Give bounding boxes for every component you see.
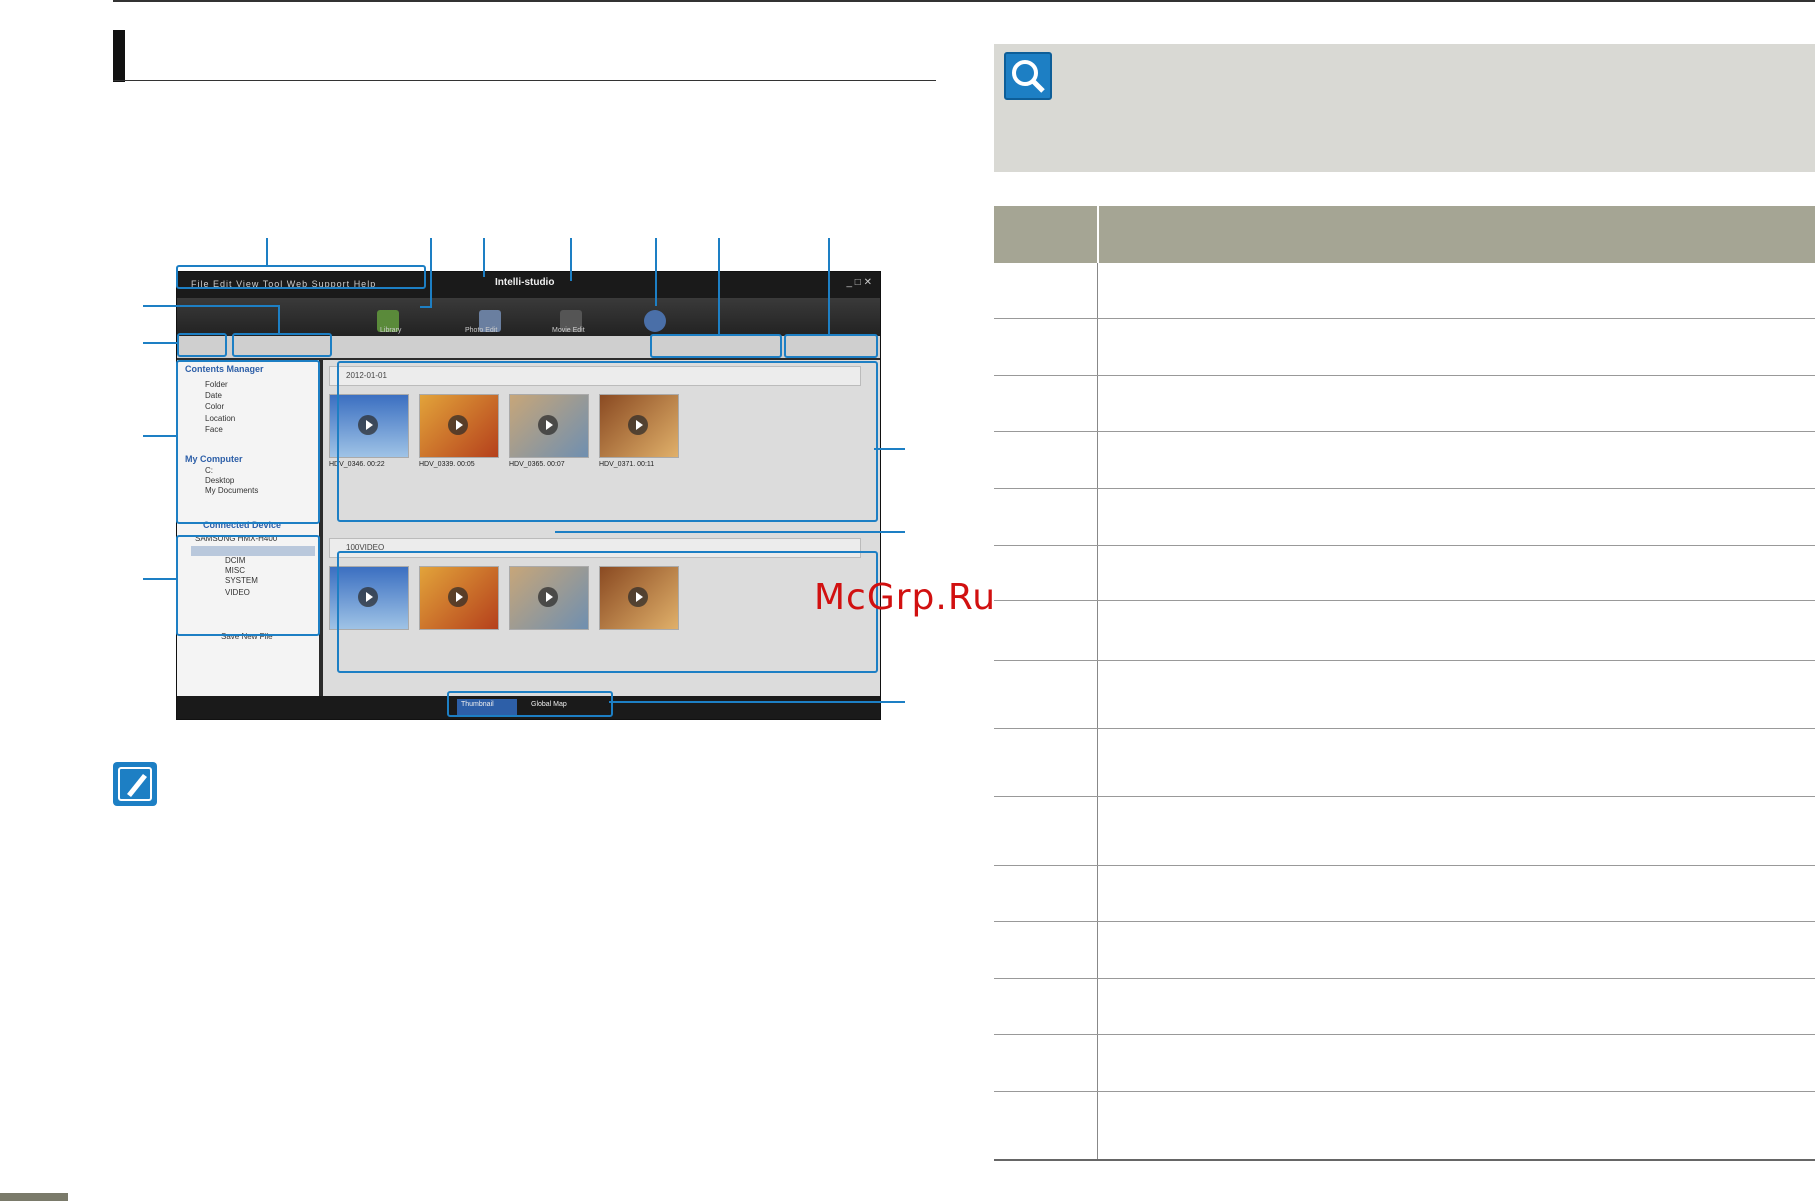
note-icon — [113, 762, 157, 806]
leader-line — [609, 701, 905, 703]
table-row-line — [994, 728, 1815, 729]
callout-contents-tree — [176, 360, 320, 524]
table-row-line — [994, 375, 1815, 376]
section-heading-underline — [113, 80, 936, 81]
callout-contents-area-2 — [337, 551, 878, 673]
leader-line — [718, 238, 720, 334]
leader-line — [143, 435, 177, 437]
photo-edit-label: Photo Edit — [465, 327, 498, 334]
leader-line — [828, 238, 830, 334]
table-row-line — [994, 545, 1815, 546]
callout-zoom-slider — [650, 334, 782, 358]
leader-line — [430, 238, 432, 308]
leader-line — [143, 578, 177, 580]
table-row-line — [994, 865, 1815, 866]
callout-contents-area-1 — [337, 361, 878, 522]
leader-line — [420, 306, 432, 308]
watermark: McGrp.Ru — [814, 577, 997, 618]
callout-display-mode — [784, 334, 878, 358]
leader-line — [143, 342, 177, 344]
library-label: Library — [380, 327, 402, 334]
table-header-divider — [1097, 206, 1099, 263]
table-row-line — [994, 1034, 1815, 1035]
table-row-line — [994, 431, 1815, 432]
callout-nav-buttons — [177, 333, 227, 357]
callout-bottom-tabs — [447, 691, 613, 717]
leader-line — [266, 238, 268, 265]
leader-line — [570, 238, 572, 281]
table-column-divider — [1097, 263, 1098, 1160]
leader-line — [278, 305, 280, 333]
table-row-line — [994, 796, 1815, 797]
window-controls: _ □ ✕ — [846, 277, 872, 288]
top-rule — [113, 0, 1815, 2]
globe-icon — [644, 310, 666, 332]
table-row-line — [994, 318, 1815, 319]
leader-line — [655, 238, 657, 306]
leader-line — [483, 238, 485, 277]
info-box — [994, 44, 1815, 172]
table-row-line — [994, 488, 1815, 489]
table-row-line — [994, 921, 1815, 922]
table-row-line — [994, 1091, 1815, 1092]
table-row-line — [994, 660, 1815, 661]
leader-line — [874, 448, 905, 450]
leader-line — [143, 305, 280, 307]
table-header — [994, 206, 1815, 263]
table-row-line — [994, 978, 1815, 979]
callout-connected-device — [176, 535, 320, 636]
magnifier-icon — [1004, 52, 1052, 100]
table-row-line — [994, 600, 1815, 601]
callout-view-buttons — [232, 333, 332, 357]
page-edge-tab — [0, 1193, 68, 1201]
callout-menu-bar — [176, 265, 426, 289]
section-heading-marker — [113, 30, 125, 82]
app-title: Intelli-studio — [495, 277, 555, 288]
leader-line — [555, 531, 905, 533]
mode-icon-bar — [177, 298, 880, 336]
movie-edit-label: Movie Edit — [552, 327, 585, 334]
table-bottom-line — [994, 1159, 1815, 1161]
